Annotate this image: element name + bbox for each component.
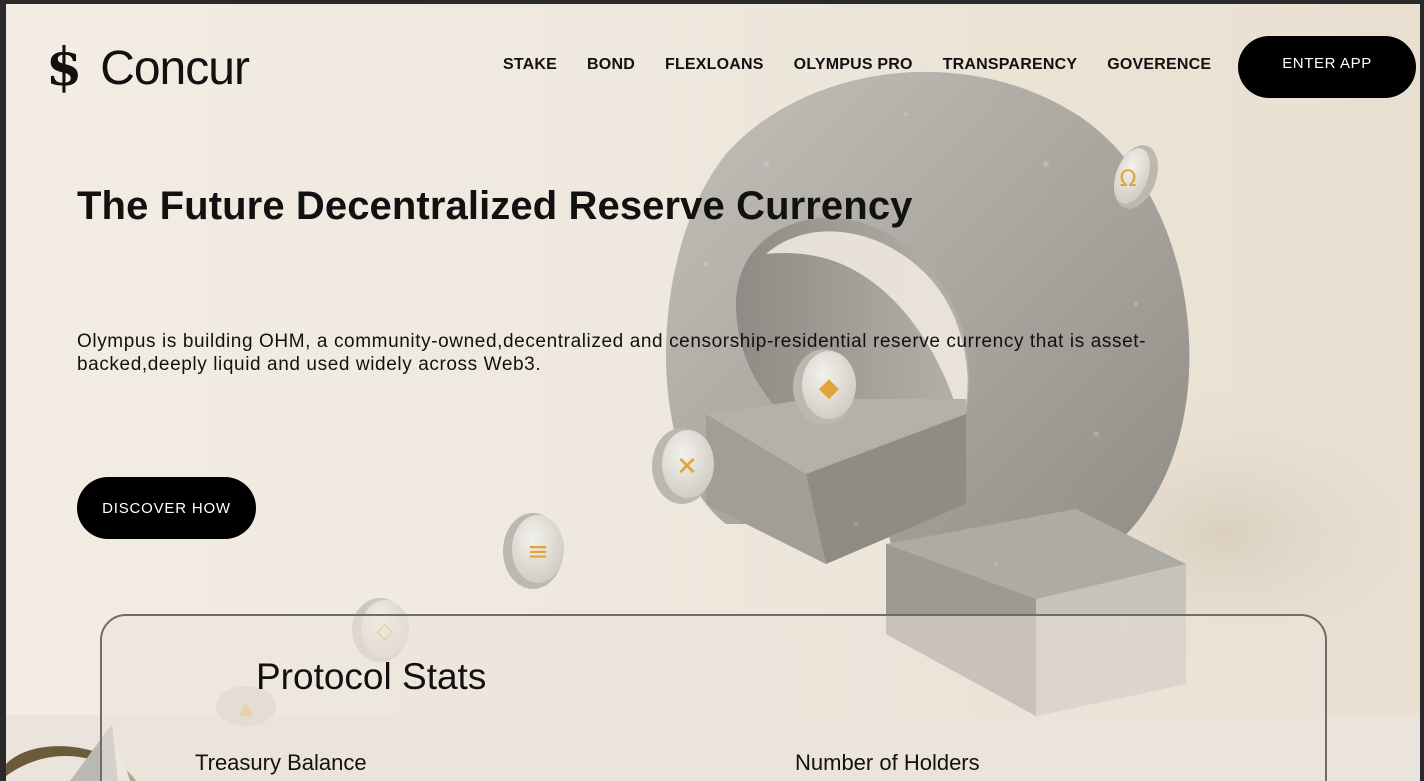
main-nav: STAKE BOND FLEXLOANS OLYMPUS PRO TRANSPA… <box>503 56 1241 74</box>
nav-item-stake[interactable]: STAKE <box>503 56 557 74</box>
number-of-holders-label: Number of Holders <box>795 750 980 775</box>
discover-how-button[interactable]: DISCOVER HOW <box>77 477 256 539</box>
svg-text:◆: ◆ <box>819 373 839 403</box>
hero-title: The Future Decentralized Reserve Currenc… <box>77 184 913 228</box>
nav-item-transparency[interactable]: TRANSPARENCY <box>943 56 1078 74</box>
treasury-balance-label: Treasury Balance <box>195 750 367 775</box>
svg-text:✕: ✕ <box>676 452 698 482</box>
nav-item-governance[interactable]: GOVERENCE <box>1107 56 1211 74</box>
dollar-icon: $ <box>46 37 83 98</box>
hero-description: Olympus is building OHM, a community-own… <box>77 331 1147 375</box>
svg-text:≡: ≡ <box>527 537 549 567</box>
protocol-stats-card: Protocol Stats Treasury Balance Number o… <box>100 614 1327 781</box>
protocol-stats-title: Protocol Stats <box>256 656 487 697</box>
page-frame: Ω ◆ ✕ ≡ ◇ ▲ $ <box>6 4 1420 781</box>
coin-icon: ≡ <box>503 513 564 589</box>
svg-text:Ω: Ω <box>1120 167 1137 192</box>
nav-item-bond[interactable]: BOND <box>587 56 635 74</box>
nav-item-olympus-pro[interactable]: OLYMPUS PRO <box>794 56 913 74</box>
nav-item-flexloans[interactable]: FLEXLOANS <box>665 56 764 74</box>
enter-app-button[interactable]: ENTER APP <box>1238 36 1416 98</box>
brand-name: Concur <box>100 41 250 95</box>
brand-logo[interactable]: $ Concur <box>46 37 250 98</box>
